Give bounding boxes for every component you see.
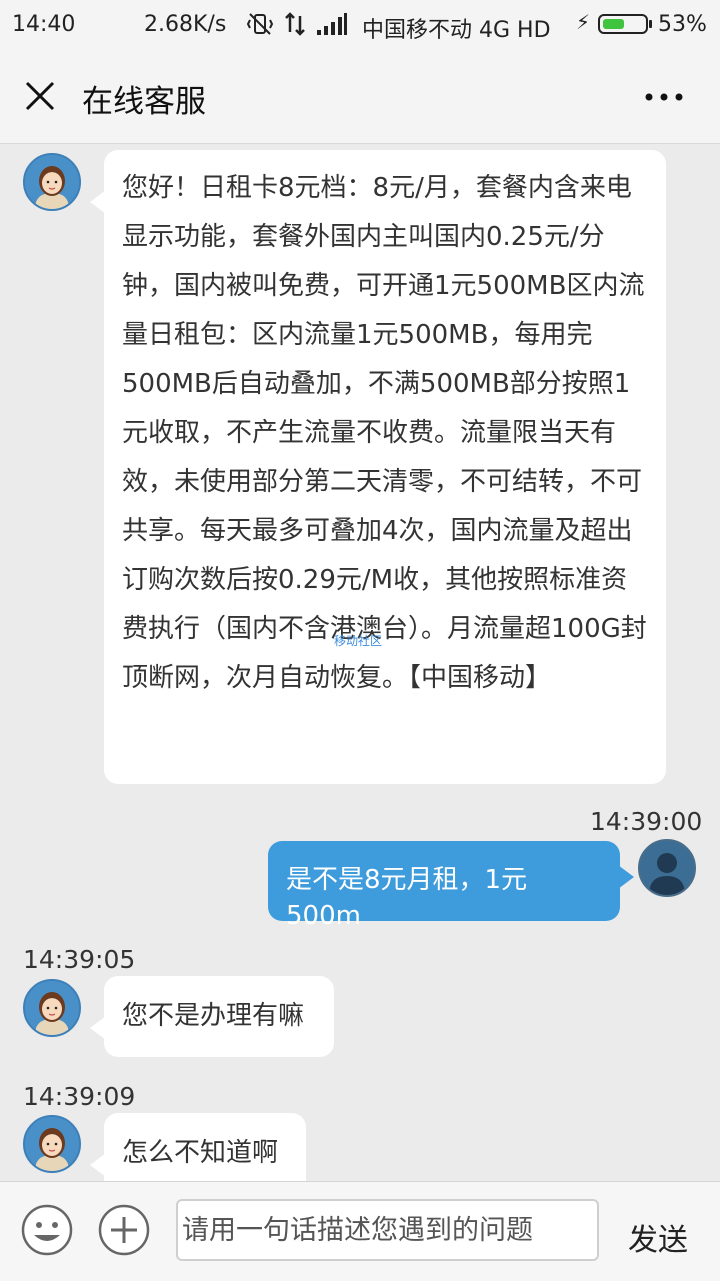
battery-icon — [598, 14, 652, 34]
user-message-bubble[interactable]: 是不是8元月租，1元500m — [268, 841, 634, 931]
message-timestamp: 14:39:05 — [23, 945, 136, 974]
emoji-button[interactable] — [21, 1204, 73, 1256]
agent-avatar — [23, 153, 81, 211]
agent-avatar — [23, 1115, 81, 1173]
charging-icon: ⚡ — [576, 10, 591, 34]
chat-area[interactable]: 您好！日租卡8元档：8元/月，套餐内含来电显示功能，套餐外国内主叫国内0.25元… — [0, 144, 720, 1181]
signal-icon — [317, 13, 347, 35]
watermark: 移动社区 — [334, 634, 383, 648]
carrier-label: 中国移不动 4G HD — [362, 18, 551, 43]
status-time: 14:40 — [12, 12, 76, 37]
user-avatar-icon — [640, 841, 694, 895]
plus-button[interactable] — [98, 1204, 150, 1256]
data-transfer-icon — [285, 12, 305, 36]
agent-message-bubble[interactable]: 您好！日租卡8元档：8元/月，套餐内含来电显示功能，套餐外国内主叫国内0.25元… — [90, 150, 666, 784]
message-text: 您好！日租卡8元档：8元/月，套餐内含来电显示功能，套餐外国内主叫国内0.25元… — [122, 173, 647, 693]
more-dots-icon — [645, 93, 683, 101]
more-button[interactable] — [640, 80, 690, 114]
network-speed: 2.68K/s — [144, 12, 227, 37]
send-button[interactable]: 发送 — [628, 1215, 688, 1259]
plus-icon — [98, 1204, 150, 1256]
agent-message-bubble[interactable]: 怎么不知道啊 — [90, 1113, 306, 1181]
vibrate-off-icon — [246, 13, 274, 35]
message-timestamp: 14:39:00 — [590, 807, 703, 836]
message-text: 是不是8元月租，1元500m — [286, 865, 528, 931]
status-icons — [246, 10, 348, 38]
user-avatar — [638, 839, 696, 897]
message-text: 您不是办理有嘛 — [122, 1001, 305, 1031]
app-header: 在线客服 — [0, 50, 720, 144]
close-icon — [25, 81, 55, 111]
message-text: 怎么不知道啊 — [122, 1138, 279, 1168]
agent-avatar — [23, 979, 81, 1037]
battery-fill — [603, 19, 625, 29]
input-bar: 发送 — [0, 1181, 720, 1281]
agent-avatar-icon — [25, 1117, 79, 1171]
page-title: 在线客服 — [82, 84, 206, 120]
agent-avatar-icon — [25, 155, 79, 209]
battery-percent: 53% — [658, 12, 707, 37]
status-bar: 14:40 2.68K/s 中国移不动 4G HD ⚡ 53% — [0, 0, 720, 50]
emoji-icon — [21, 1204, 73, 1256]
close-button[interactable] — [20, 76, 60, 116]
message-input[interactable] — [176, 1199, 599, 1261]
agent-message-bubble[interactable]: 您不是办理有嘛 — [90, 976, 334, 1057]
message-timestamp: 14:39:09 — [23, 1082, 136, 1111]
agent-avatar-icon — [25, 981, 79, 1035]
